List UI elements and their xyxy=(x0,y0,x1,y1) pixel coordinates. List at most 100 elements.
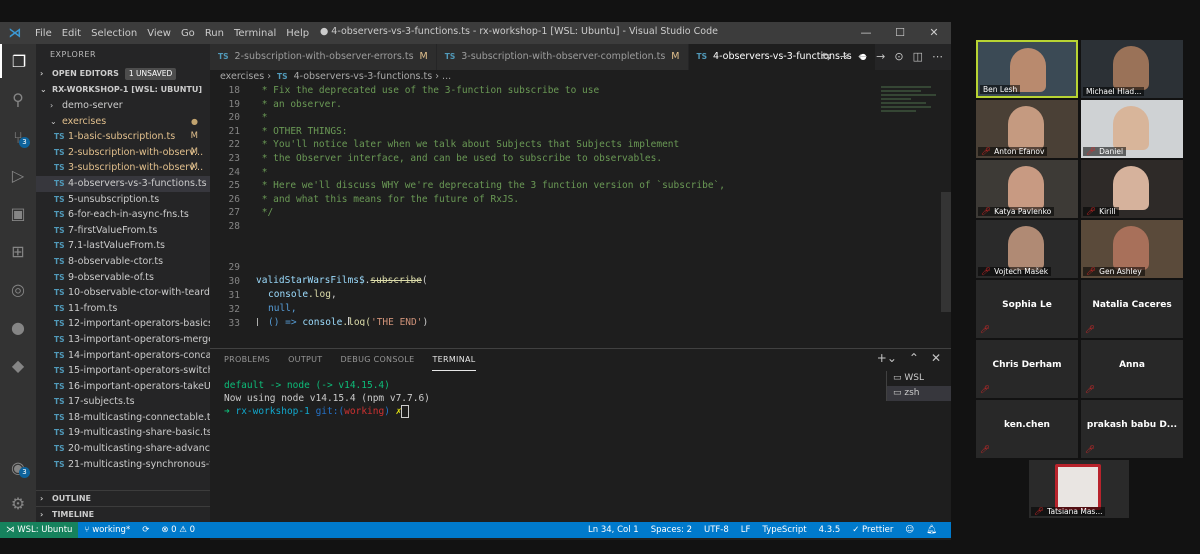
indentation[interactable]: Spaces: 2 xyxy=(645,522,698,538)
arrow-right-icon[interactable]: → xyxy=(876,44,885,70)
participant-tile[interactable]: ken.chen 🎤︎ xyxy=(976,400,1078,458)
file-item[interactable]: TS 3-subscription-with-observ... M xyxy=(36,160,210,176)
participant-tile[interactable]: prakash babu D... 🎤︎ xyxy=(1081,400,1183,458)
participant-tile[interactable]: Sophia Le 🎤︎ xyxy=(976,280,1078,338)
menu-view[interactable]: View xyxy=(142,28,176,39)
timeline-back-icon[interactable]: ⊸ xyxy=(840,44,849,70)
terminal-output[interactable]: default -> node (-> v14.15.4) Now using … xyxy=(224,379,430,418)
open-changes-icon[interactable]: ⊙ xyxy=(894,44,903,70)
file-item[interactable]: TS 12-important-operators-basics.ts xyxy=(36,316,210,332)
notifications-icon[interactable]: 🔔︎ xyxy=(920,522,943,538)
menu-file[interactable]: File xyxy=(30,28,57,39)
file-item[interactable]: TS 9-observable-of.ts xyxy=(36,270,210,286)
file-item[interactable]: TS 2-subscription-with-observ... M xyxy=(36,145,210,161)
minimize-icon[interactable]: — xyxy=(849,22,883,44)
branch-indicator[interactable]: ⑂ working* xyxy=(78,522,136,538)
new-terminal-icon[interactable]: +⌄ xyxy=(877,351,897,365)
minimap[interactable] xyxy=(881,84,941,144)
github-icon[interactable]: ● xyxy=(0,310,36,344)
tab-3-subscription[interactable]: TS 3-subscription-with-observer-completi… xyxy=(436,44,689,70)
menu-selection[interactable]: Selection xyxy=(86,28,142,39)
extensions-icon[interactable]: ⊞ xyxy=(0,234,36,268)
encoding[interactable]: UTF-8 xyxy=(698,522,735,538)
folder-exercises[interactable]: ⌄ exercises ● xyxy=(36,114,210,130)
file-item[interactable]: TS20-multicasting-share-advanced.ts xyxy=(36,441,210,457)
outline-section[interactable]: › OUTLINE xyxy=(36,490,210,507)
tab-terminal[interactable]: TERMINAL xyxy=(432,349,476,371)
workspace-section[interactable]: ⌄ RX-WORKSHOP-1 [WSL: UBUNTU] xyxy=(36,82,210,98)
run-debug-icon[interactable]: ▷ xyxy=(0,158,36,192)
file-item[interactable]: TS21-multicasting-synchronous-thi... xyxy=(36,457,210,473)
folder-demo-server[interactable]: › demo-server xyxy=(36,98,210,114)
menu-go[interactable]: Go xyxy=(176,28,200,39)
menu-help[interactable]: Help xyxy=(281,28,314,39)
tab-output[interactable]: OUTPUT xyxy=(288,349,322,371)
open-editors-section[interactable]: › OPEN EDITORS 1 UNSAVED xyxy=(36,66,210,82)
terminal-zsh[interactable]: ▭ zsh xyxy=(886,386,951,401)
menu-edit[interactable]: Edit xyxy=(57,28,86,39)
participant-tile[interactable]: 🎤︎ Katya Pavlenko xyxy=(976,160,1078,218)
participant-tile[interactable]: 🎤︎ Tatsiana Mas... xyxy=(1029,460,1129,518)
cursor-position[interactable]: Ln 34, Col 1 xyxy=(582,522,645,538)
code-editor[interactable]: 18 * Fix the deprecated use of the 3-fun… xyxy=(210,84,951,326)
tab-debug-console[interactable]: DEBUG CONSOLE xyxy=(340,349,414,371)
close-icon[interactable]: ✕ xyxy=(917,22,951,44)
explorer-icon[interactable]: ❐ xyxy=(0,44,36,78)
problems-indicator[interactable]: ⊗ 0 ⚠ 0 xyxy=(155,522,201,538)
file-item[interactable]: TS 11-from.ts xyxy=(36,301,210,317)
tab-problems[interactable]: PROBLEMS xyxy=(224,349,270,371)
tab-2-subscription[interactable]: TS 2-subscription-with-observer-errors.t… xyxy=(210,44,437,70)
sync-icon[interactable]: ⟳ xyxy=(136,522,155,538)
menu-terminal[interactable]: Terminal xyxy=(229,28,281,39)
file-item[interactable]: TS15-important-operators-switchin... xyxy=(36,363,210,379)
terminal-wsl[interactable]: ▭ WSL xyxy=(886,371,951,386)
settings-gear-icon[interactable]: ⚙ xyxy=(0,486,36,520)
prettier-status[interactable]: ✓ Prettier xyxy=(846,522,899,538)
menu-run[interactable]: Run xyxy=(200,28,229,39)
docker-icon[interactable]: ◆ xyxy=(0,348,36,382)
file-item[interactable]: TS 13-important-operators-merge.ts xyxy=(36,332,210,348)
participant-tile[interactable]: Anna 🎤︎ xyxy=(1081,340,1183,398)
file-item[interactable]: TS14-important-operators-concat.ts xyxy=(36,348,210,364)
breadcrumb-file[interactable]: 4-observers-vs-3-functions.ts xyxy=(294,71,433,82)
participant-tile[interactable]: 🎤︎ Vojtech Mašek xyxy=(976,220,1078,278)
search-icon[interactable]: ⚲ xyxy=(0,82,36,116)
breadcrumb-more[interactable]: ... xyxy=(442,71,451,82)
participant-tile[interactable]: Michael Hlad... xyxy=(1081,40,1183,98)
end-of-line[interactable]: LF xyxy=(735,522,757,538)
file-item[interactable]: TS 17-subjects.ts xyxy=(36,394,210,410)
feedback-icon[interactable]: ☺ xyxy=(899,522,920,538)
accounts-icon[interactable]: ◉ 3 xyxy=(0,450,36,484)
file-item[interactable]: TS 18-multicasting-connectable.ts xyxy=(36,410,210,426)
split-editor-icon[interactable]: ◫ xyxy=(913,44,923,70)
file-item[interactable]: TS 10-observable-ctor-with-teardo... xyxy=(36,285,210,301)
remote-explorer-icon[interactable]: ▣ xyxy=(0,196,36,230)
participant-tile[interactable]: Chris Derham 🎤︎ xyxy=(976,340,1078,398)
file-item[interactable]: TS 1-basic-subscription.ts M xyxy=(36,129,210,145)
file-item[interactable]: TS 8-observable-ctor.ts xyxy=(36,254,210,270)
chevron-up-icon[interactable]: ⌃ xyxy=(909,351,919,365)
participant-tile[interactable]: 🎤︎ Daniel xyxy=(1081,100,1183,158)
arrow-left-icon[interactable]: ← xyxy=(858,44,867,70)
source-control-icon[interactable]: ⑂ 3 xyxy=(0,120,36,154)
maximize-icon[interactable]: ☐ xyxy=(883,22,917,44)
gitlens-icon[interactable]: ◎ xyxy=(0,272,36,306)
file-item[interactable]: TS 5-unsubscription.ts xyxy=(36,192,210,208)
participant-tile[interactable]: Natalia Caceres 🎤︎ xyxy=(1081,280,1183,338)
ts-version[interactable]: 4.3.5 xyxy=(813,522,847,538)
language-mode[interactable]: TypeScript xyxy=(756,522,812,538)
file-item[interactable]: TS 4-observers-vs-3-functions.ts xyxy=(36,175,210,192)
file-item[interactable]: TS 6-for-each-in-async-fns.ts xyxy=(36,207,210,223)
remote-indicator[interactable]: ⋊ WSL: Ubuntu xyxy=(0,522,79,538)
compare-icon[interactable]: ⇆ xyxy=(822,44,831,70)
participant-tile[interactable]: 🎤︎ Gen Ashley xyxy=(1081,220,1183,278)
file-item[interactable]: TS 7.1-lastValueFrom.ts xyxy=(36,238,210,254)
file-item[interactable]: TS16-important-operators-takeUnt... xyxy=(36,379,210,395)
more-actions-icon[interactable]: ⋯ xyxy=(932,44,943,70)
file-item[interactable]: TS 7-firstValueFrom.ts xyxy=(36,223,210,239)
participant-tile[interactable]: 🎤︎ Anton Efanov xyxy=(976,100,1078,158)
participant-tile[interactable]: 🎤︎ Kirill xyxy=(1081,160,1183,218)
file-item[interactable]: TS 19-multicasting-share-basic.ts xyxy=(36,425,210,441)
breadcrumb-folder[interactable]: exercises xyxy=(220,71,264,82)
editor-scrollbar[interactable] xyxy=(941,192,951,312)
